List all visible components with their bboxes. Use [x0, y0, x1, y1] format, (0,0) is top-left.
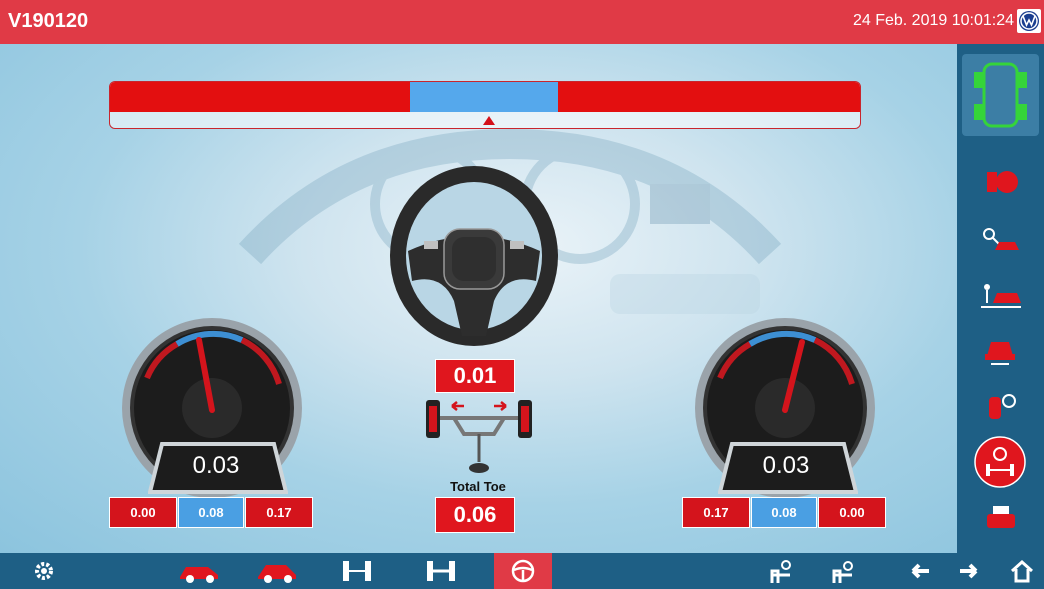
sidebar-item-chassis[interactable]: [962, 54, 1039, 136]
axle-width-icon[interactable]: [424, 557, 458, 585]
home-icon[interactable]: [1008, 557, 1036, 585]
brand-logo-icon: [1017, 9, 1041, 33]
left-gauge-reading: 0.03: [192, 452, 240, 479]
datetime: 24 Feb. 2019 10:01:24: [852, 12, 1014, 29]
right-target-value: 0.08: [751, 497, 817, 528]
wheel-gauge-icon[interactable]: [979, 389, 1021, 421]
arrow-right-icon[interactable]: [956, 557, 984, 585]
gear-icon[interactable]: [32, 557, 56, 585]
steering-value: 0.01: [435, 359, 515, 393]
vehicle-search-icon[interactable]: [979, 224, 1021, 256]
total-toe-label: Total Toe: [450, 479, 506, 494]
bar-pointer: [483, 116, 495, 125]
steering-adjust-icon[interactable]: [974, 436, 1026, 488]
car-side-red-icon[interactable]: [178, 557, 222, 585]
right-sidebar: [957, 44, 1044, 553]
arrow-left-icon[interactable]: [905, 557, 933, 585]
left-target-value: 0.08: [178, 497, 244, 528]
lift-up-icon[interactable]: [768, 557, 796, 585]
bottom-nav: [0, 553, 1044, 589]
car-front-icon[interactable]: [979, 334, 1021, 366]
right-max-value: 0.00: [818, 497, 886, 528]
steering-wheel-icon[interactable]: [509, 557, 537, 585]
top-bar: V190120 24 Feb. 2019 10:01:24: [0, 0, 1044, 44]
printer-icon[interactable]: [979, 502, 1021, 534]
lift-icon[interactable]: [830, 557, 858, 585]
chassis-icon: [974, 62, 1027, 128]
right-gauge-reading: 0.03: [762, 452, 810, 479]
right-min-value: 0.17: [682, 497, 750, 528]
car-side-icon[interactable]: [256, 557, 300, 585]
alignment-bar: [109, 81, 861, 129]
axle-icon[interactable]: [340, 557, 374, 585]
lift-car-icon[interactable]: [979, 279, 1021, 311]
total-toe-value: 0.06: [435, 497, 515, 533]
wheel-clamp-icon[interactable]: [979, 164, 1021, 196]
left-max-value: 0.17: [245, 497, 313, 528]
bar-tolerance-range: [410, 82, 558, 112]
vehicle-code: V190120: [8, 10, 89, 32]
steering-wheel-image: [390, 166, 558, 346]
axle-diagram-icon: [426, 400, 532, 473]
left-min-value: 0.00: [109, 497, 177, 528]
